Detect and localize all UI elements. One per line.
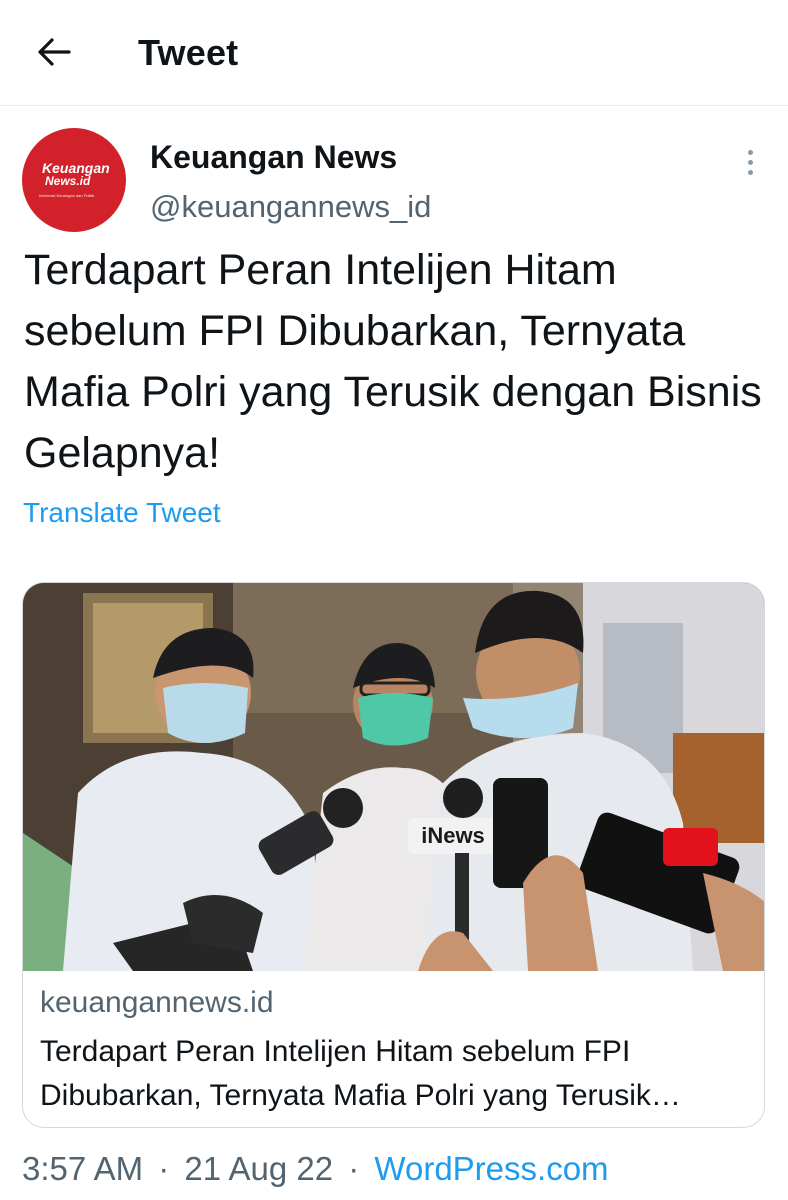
more-options-button[interactable] bbox=[736, 144, 764, 180]
page-title: Tweet bbox=[138, 32, 239, 73]
avatar-logo-line2: News.id bbox=[45, 174, 91, 188]
link-preview-card[interactable]: iNews keuangannews.id Terdapart Peran In… bbox=[22, 582, 765, 1128]
avatar-logo: Keuangan News.id Informasi Keuangan dan … bbox=[39, 160, 110, 198]
link-card-title: Terdapart Peran Intelijen Hitam sebelum … bbox=[40, 1035, 681, 1112]
tweet-source-link[interactable]: WordPress.com bbox=[374, 1150, 608, 1187]
link-card-domain: keuangannews.id bbox=[40, 986, 274, 1019]
meta-separator: · bbox=[158, 1150, 170, 1187]
author-handle[interactable]: @keuangannews_id bbox=[150, 189, 431, 225]
meta-separator: · bbox=[348, 1150, 360, 1187]
author-display-name[interactable]: Keuangan News bbox=[150, 139, 397, 176]
avatar[interactable]: Keuangan News.id Informasi Keuangan dan … bbox=[22, 128, 126, 232]
translate-tweet-link[interactable]: Translate Tweet bbox=[23, 497, 221, 529]
more-vertical-icon bbox=[747, 159, 753, 165]
back-button[interactable] bbox=[30, 28, 78, 76]
avatar-tagline: Informasi Keuangan dan Politik bbox=[39, 193, 95, 198]
more-vertical-icon bbox=[747, 149, 753, 155]
tweet-text: Terdapart Peran Intelijen Hitam sebelum … bbox=[24, 246, 762, 477]
top-bar: Tweet bbox=[0, 0, 788, 106]
tweet-metadata: 3:57 AM · 21 Aug 22 · WordPress.com bbox=[22, 1150, 609, 1188]
avatar-logo-line1: Keuangan bbox=[42, 160, 110, 176]
card-image-mic-label: iNews bbox=[421, 823, 485, 848]
tweet-date[interactable]: 21 Aug 22 bbox=[184, 1150, 333, 1187]
arrow-left-icon bbox=[38, 38, 71, 66]
more-vertical-icon bbox=[747, 169, 753, 175]
link-preview-image: iNews bbox=[23, 583, 764, 971]
tweet-time[interactable]: 3:57 AM bbox=[22, 1150, 143, 1187]
